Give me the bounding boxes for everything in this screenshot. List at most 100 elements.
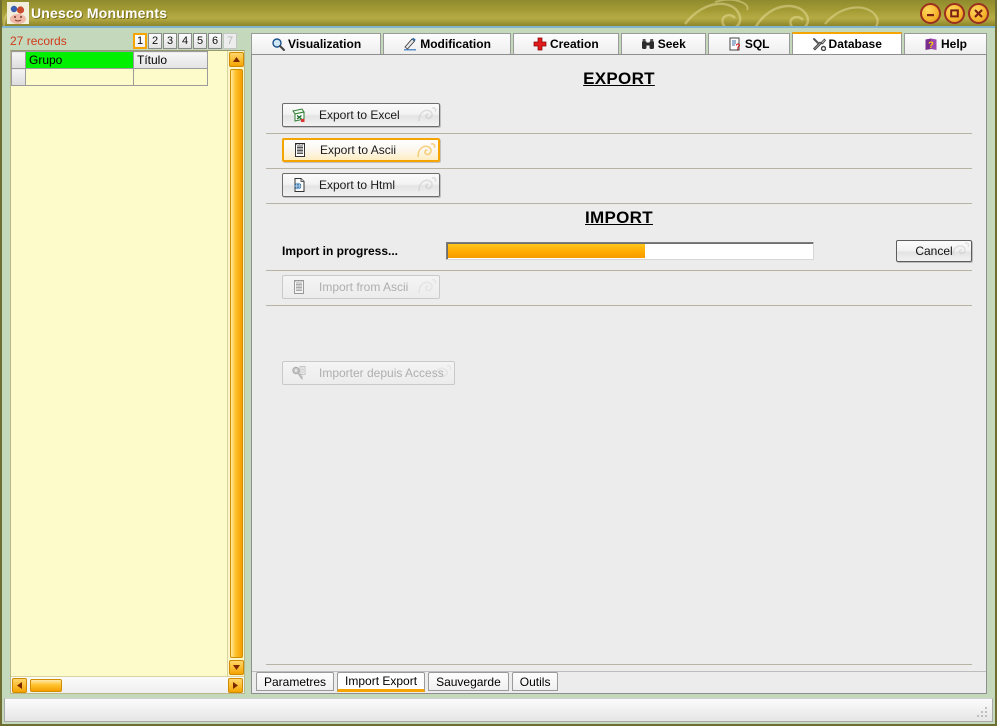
tab-modification-label: Modification (420, 37, 491, 51)
column-header-grupo[interactable]: Grupo (25, 51, 134, 69)
app-people-icon (7, 2, 29, 24)
page-button-3[interactable]: 3 (163, 33, 177, 49)
tab-seek-label: Seek (657, 37, 686, 51)
cancel-button-label: Cancel (915, 244, 953, 258)
import-from-access-button: Importer depuis Access (282, 361, 455, 385)
page-button-1[interactable]: 1 (133, 33, 147, 49)
tab-help[interactable]: ? Help (903, 33, 988, 54)
button-swirl-decoration (432, 365, 452, 380)
title-decoration-right (684, 0, 879, 26)
row-selector-cell[interactable] (11, 68, 26, 86)
export-html-row: Export to Html (264, 169, 974, 203)
tab-modification[interactable]: Modification (383, 33, 511, 54)
html-page-icon (294, 178, 305, 192)
svg-text:?: ? (735, 43, 740, 51)
title-bar: Unesco Monuments (2, 0, 995, 28)
tab-visualization-label: Visualization (288, 37, 362, 51)
tab-help-label: Help (940, 37, 967, 51)
tools-icon (812, 38, 826, 51)
cancel-button[interactable]: Cancel (896, 240, 972, 262)
sub-tab-sauvegarde[interactable]: Sauvegarde (428, 672, 509, 691)
page-button-2[interactable]: 2 (148, 33, 162, 49)
red-cross-icon (533, 37, 547, 51)
tab-visualization[interactable]: Visualization (251, 33, 382, 54)
minimize-button[interactable] (920, 3, 941, 24)
records-toolbar: 27 records 1 2 3 4 5 6 7 (6, 32, 247, 50)
sub-tab-import-export[interactable]: Import Export (337, 672, 426, 692)
button-swirl-decoration (952, 242, 970, 256)
records-count: 27 records (10, 34, 67, 48)
export-to-ascii-button[interactable]: Export to Ascii (282, 138, 440, 162)
database-tab-content: EXPORT Export to Excel Export to Ascii E… (251, 54, 987, 694)
import-progress-row: Import in progress... Cancel (264, 238, 974, 270)
page-button-4[interactable]: 4 (178, 33, 192, 49)
help-book-icon: ? (925, 38, 937, 50)
tab-creation-label: Creation (549, 37, 599, 51)
application-window: Unesco Monuments 27 records 1 2 3 4 5 6 … (0, 0, 997, 726)
export-excel-row: Export to Excel (264, 99, 974, 133)
vertical-scrollbar[interactable] (227, 51, 244, 676)
divider-6 (266, 664, 972, 665)
scroll-left-icon[interactable] (12, 677, 27, 693)
resize-grip-icon[interactable] (975, 705, 989, 719)
import-access-row: Importer depuis Access (264, 306, 974, 391)
scroll-up-icon[interactable] (229, 52, 244, 67)
page-button-7: 7 (223, 33, 237, 49)
sql-document-icon: ? (729, 37, 740, 51)
import-progress-bar (446, 242, 814, 260)
import-from-access-label: Importer depuis Access (319, 366, 444, 380)
pencil-ruler-icon (404, 37, 417, 51)
tab-creation[interactable]: Creation (512, 33, 619, 54)
export-to-excel-label: Export to Excel (319, 108, 400, 122)
import-ascii-row: Import from Ascii (264, 271, 974, 305)
sub-tab-parametres[interactable]: Parametres (256, 672, 335, 691)
access-key-icon (292, 366, 306, 380)
horizontal-scroll-thumb[interactable] (30, 678, 62, 692)
svg-text:?: ? (928, 40, 934, 50)
page-button-6[interactable]: 6 (208, 33, 222, 49)
vertical-scroll-thumb[interactable] (230, 69, 243, 658)
tab-sql[interactable]: ? SQL (707, 33, 790, 54)
export-to-html-button[interactable]: Export to Html (282, 173, 440, 197)
column-header-titulo[interactable]: Título (133, 51, 208, 69)
pagination: 1 2 3 4 5 6 7 (133, 33, 243, 49)
close-button[interactable] (968, 3, 989, 24)
status-bar (4, 698, 993, 722)
records-grid[interactable]: Grupo Título (11, 51, 227, 676)
sub-tab-outils[interactable]: Outils (511, 672, 559, 691)
export-to-html-label: Export to Html (319, 178, 396, 192)
page-button-5[interactable]: 5 (193, 33, 207, 49)
records-number: 27 (10, 34, 24, 48)
window-title: Unesco Monuments (31, 5, 168, 21)
magnifier-icon (272, 38, 286, 51)
table-row[interactable] (11, 68, 208, 86)
export-section-title: EXPORT (583, 69, 655, 88)
button-swirl-decoration (418, 279, 437, 294)
horizontal-scrollbar[interactable] (11, 676, 244, 693)
binoculars-icon (641, 39, 654, 49)
cell-grupo[interactable] (25, 68, 134, 86)
button-swirl-decoration (418, 107, 437, 122)
import-section-title: IMPORT (585, 208, 653, 227)
cell-titulo[interactable] (133, 68, 208, 86)
import-from-ascii-label: Import from Ascii (319, 280, 409, 294)
export-to-ascii-label: Export to Ascii (320, 143, 397, 157)
export-ascii-row: Export to Ascii (264, 134, 974, 168)
import-from-ascii-button: Import from Ascii (282, 275, 440, 299)
window-controls (920, 3, 989, 24)
row-selector-header (11, 51, 26, 69)
ascii-list-icon (294, 280, 304, 294)
tab-seek[interactable]: Seek (620, 33, 706, 54)
scroll-right-icon[interactable] (228, 677, 243, 693)
records-panel: 27 records 1 2 3 4 5 6 7 Grupo Título (6, 32, 247, 694)
sub-tab-strip: Parametres Import Export Sauvegarde Outi… (252, 671, 986, 693)
tab-database-label: Database (828, 37, 882, 51)
records-word: records (26, 34, 67, 48)
tab-database[interactable]: Database (791, 32, 902, 54)
tab-sql-label: SQL (744, 37, 770, 51)
maximize-button[interactable] (944, 3, 965, 24)
scroll-down-icon[interactable] (229, 660, 244, 675)
export-to-excel-button[interactable]: Export to Excel (282, 103, 440, 127)
main-tab-panel: Visualization Modification Creation Seek… (251, 32, 991, 694)
